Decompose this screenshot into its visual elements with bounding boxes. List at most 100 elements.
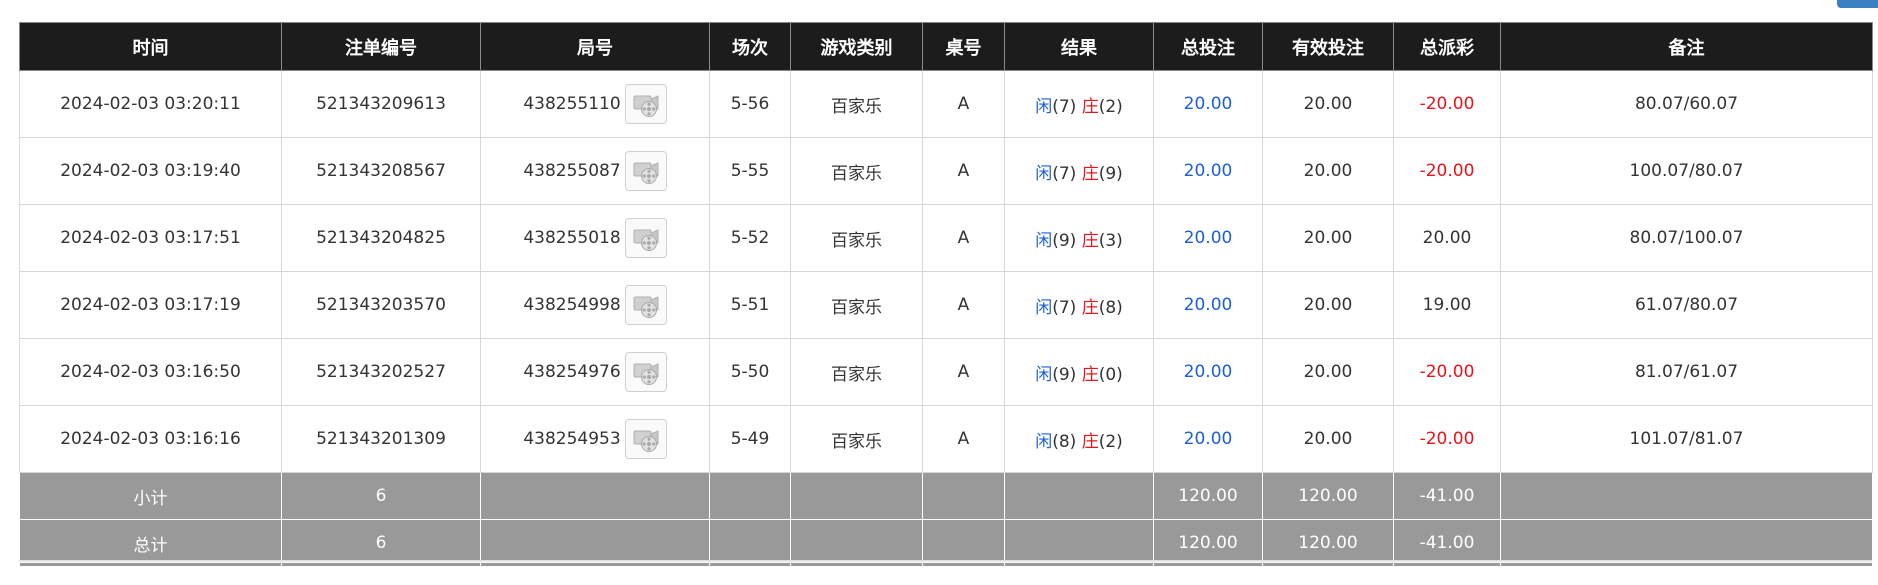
- video-replay-icon[interactable]: [624, 151, 667, 191]
- banker-label: 庄: [1081, 96, 1099, 117]
- header-payout[interactable]: 总派彩: [1393, 22, 1501, 71]
- empty-cell: [480, 472, 710, 520]
- game-type-cell: 百家乐: [790, 271, 923, 339]
- banker-label: 庄: [1081, 163, 1099, 184]
- header-table-no[interactable]: 桌号: [922, 22, 1005, 71]
- payout-cell: -20.00: [1393, 338, 1501, 406]
- player-label: 闲: [1035, 163, 1053, 184]
- round-no-cell: 438254998: [480, 271, 710, 339]
- banker-points: (0): [1098, 364, 1123, 385]
- round-no-text: 438255018: [523, 228, 621, 248]
- result-cell: 闲(9) 庄(0): [1004, 338, 1154, 406]
- session-cell: 5-52: [709, 204, 791, 272]
- table-no-cell: A: [922, 338, 1005, 406]
- game-type-cell: 百家乐: [790, 70, 923, 138]
- header-result[interactable]: 结果: [1004, 22, 1154, 71]
- round-no-cell: 438255087: [480, 137, 710, 205]
- video-replay-icon[interactable]: [624, 84, 667, 124]
- empty-cell: [709, 472, 791, 520]
- order-no-cell: 521343204825: [281, 204, 481, 272]
- session-cell: 5-50: [709, 338, 791, 406]
- empty-cell: [922, 472, 1005, 520]
- remark-cell: 81.07/61.07: [1500, 338, 1873, 406]
- valid-bet-cell: 20.00: [1262, 338, 1394, 406]
- table-bottom-shadow: [19, 560, 1872, 563]
- video-replay-icon[interactable]: [624, 419, 667, 459]
- summary-count: 6: [281, 472, 481, 520]
- header-remark[interactable]: 备注: [1500, 22, 1873, 71]
- banker-label: 庄: [1081, 431, 1099, 452]
- total-bet-cell: 20.00: [1153, 405, 1263, 473]
- round-no-text: 438255110: [523, 94, 621, 114]
- player-points: (8): [1052, 431, 1077, 452]
- total-bet-cell: 20.00: [1153, 70, 1263, 138]
- session-cell: 5-55: [709, 137, 791, 205]
- summary-label: 小计: [19, 472, 282, 520]
- table-row: 2024-02-03 03:17:51 521343204825 438255018…: [19, 204, 1873, 272]
- summary-valid-bet: 120.00: [1262, 472, 1394, 520]
- round-no-cell: 438255110: [480, 70, 710, 138]
- result-cell: 闲(7) 庄(9): [1004, 137, 1154, 205]
- result-cell: 闲(8) 庄(2): [1004, 405, 1154, 473]
- session-cell: 5-51: [709, 271, 791, 339]
- header-game-type[interactable]: 游戏类别: [790, 22, 923, 71]
- table-row: 2024-02-03 03:20:11 521343209613 438255110…: [19, 70, 1873, 138]
- remark-cell: 100.07/80.07: [1500, 137, 1873, 205]
- bet-time-cell: 2024-02-03 03:20:11: [19, 70, 282, 138]
- header-round-no[interactable]: 局号: [480, 22, 710, 71]
- header-session[interactable]: 场次: [709, 22, 791, 71]
- remark-cell: 61.07/80.07: [1500, 271, 1873, 339]
- game-type-cell: 百家乐: [790, 137, 923, 205]
- total-bet-cell: 20.00: [1153, 338, 1263, 406]
- header-order-no[interactable]: 注单编号: [281, 22, 481, 71]
- game-type-cell: 百家乐: [790, 338, 923, 406]
- bet-time-cell: 2024-02-03 03:17:19: [19, 271, 282, 339]
- bet-time-cell: 2024-02-03 03:17:51: [19, 204, 282, 272]
- total-bet-cell: 20.00: [1153, 137, 1263, 205]
- bet-records-table: 时间 注单编号 局号 场次 游戏类别 桌号 结果 总投注 有效投注 总派彩 备注…: [19, 22, 1873, 567]
- total-bet-cell: 20.00: [1153, 204, 1263, 272]
- banker-label: 庄: [1081, 364, 1099, 385]
- payout-cell: 20.00: [1393, 204, 1501, 272]
- order-no-cell: 521343208567: [281, 137, 481, 205]
- round-no-text: 438254976: [523, 362, 621, 382]
- header-valid-bet[interactable]: 有效投注: [1262, 22, 1394, 71]
- banker-points: (2): [1098, 431, 1123, 452]
- summary-payout: -41.00: [1393, 472, 1501, 520]
- valid-bet-cell: 20.00: [1262, 204, 1394, 272]
- top-right-button[interactable]: [1837, 0, 1878, 8]
- banker-points: (3): [1098, 230, 1123, 251]
- video-replay-icon[interactable]: [624, 285, 667, 325]
- table-no-cell: A: [922, 271, 1005, 339]
- player-points: (9): [1052, 230, 1077, 251]
- player-points: (7): [1052, 163, 1077, 184]
- banker-label: 庄: [1081, 297, 1099, 318]
- payout-cell: -20.00: [1393, 137, 1501, 205]
- player-points: (7): [1052, 297, 1077, 318]
- header-time[interactable]: 时间: [19, 22, 282, 71]
- video-replay-icon[interactable]: [624, 352, 667, 392]
- video-replay-icon[interactable]: [624, 218, 667, 258]
- header-total-bet[interactable]: 总投注: [1153, 22, 1263, 71]
- round-no-cell: 438254976: [480, 338, 710, 406]
- order-no-cell: 521343201309: [281, 405, 481, 473]
- round-no-text: 438254953: [523, 429, 621, 449]
- valid-bet-cell: 20.00: [1262, 70, 1394, 138]
- table-no-cell: A: [922, 70, 1005, 138]
- session-cell: 5-56: [709, 70, 791, 138]
- result-cell: 闲(7) 庄(2): [1004, 70, 1154, 138]
- game-type-cell: 百家乐: [790, 405, 923, 473]
- player-label: 闲: [1035, 431, 1053, 452]
- round-no-text: 438254998: [523, 295, 621, 315]
- valid-bet-cell: 20.00: [1262, 405, 1394, 473]
- table-no-cell: A: [922, 137, 1005, 205]
- subtotal-row: 小计 6 120.00 120.00 -41.00: [19, 472, 1873, 520]
- banker-points: (9): [1098, 163, 1123, 184]
- player-points: (9): [1052, 364, 1077, 385]
- table-no-cell: A: [922, 204, 1005, 272]
- valid-bet-cell: 20.00: [1262, 137, 1394, 205]
- order-no-cell: 521343203570: [281, 271, 481, 339]
- result-cell: 闲(9) 庄(3): [1004, 204, 1154, 272]
- valid-bet-cell: 20.00: [1262, 271, 1394, 339]
- summary-total-bet: 120.00: [1153, 472, 1263, 520]
